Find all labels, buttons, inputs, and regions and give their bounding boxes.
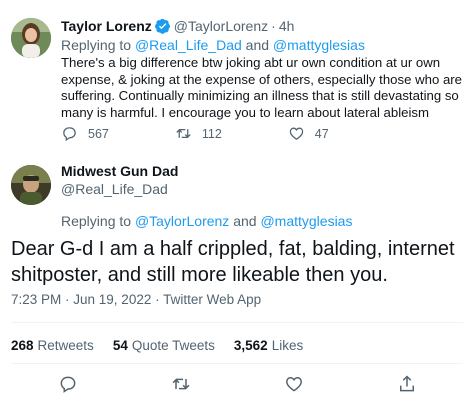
like-button[interactable]: [284, 374, 304, 394]
reply-and-label: and: [245, 37, 270, 53]
share-button[interactable]: [397, 374, 417, 394]
reply-icon: [60, 376, 76, 393]
retweet-icon: [176, 128, 191, 139]
reply-count: 567: [88, 126, 109, 141]
quote-label: Quote Tweets: [131, 338, 215, 353]
author-name[interactable]: Taylor Lorenz: [61, 18, 152, 34]
likes-label: Likes: [271, 338, 304, 353]
reply-button[interactable]: 567: [61, 125, 109, 142]
reply-and-label: and: [233, 213, 257, 229]
like-count: 47: [314, 126, 329, 141]
author-handle[interactable]: @Real_Life_Dad: [61, 181, 168, 197]
retweet-button[interactable]: [171, 374, 191, 394]
reply-button[interactable]: [58, 374, 78, 394]
retweets-label: Retweets: [37, 338, 94, 353]
replying-to-line: Replying to @TaylorLorenz and @mattygles…: [61, 213, 352, 229]
like-button[interactable]: 47: [288, 125, 329, 142]
reply-mention-link[interactable]: @mattyglesias: [260, 213, 352, 229]
replying-to-label: Replying to: [61, 37, 132, 53]
replying-to-label: Replying to: [61, 213, 132, 229]
retweets-count: 268: [11, 338, 34, 353]
share-icon: [400, 375, 414, 392]
tweet-time[interactable]: 4h: [279, 18, 295, 34]
likes-count: 3,562: [233, 338, 268, 353]
main-tweet-actions: [0, 374, 474, 396]
tweet-meta[interactable]: 7:23 PM · Jun 19, 2022 · Twitter Web App: [11, 292, 261, 307]
heart-icon: [289, 127, 304, 140]
avatar-image: [11, 165, 51, 205]
replying-to-line: Replying to @Real_Life_Dad and @mattygle…: [61, 37, 365, 53]
author-handle[interactable]: @TaylorLorenz: [174, 18, 268, 34]
main-tweet-text: Dear G-d I am a half crippled, fat, bald…: [11, 238, 455, 286]
quote-tweets-stat[interactable]: 54 Quote Tweets: [113, 338, 215, 353]
tweet-reply-taylor[interactable]: Taylor Lorenz @TaylorLorenz · 4h Replyin…: [0, 0, 474, 156]
reply-mention-link[interactable]: @TaylorLorenz: [135, 213, 229, 229]
author-line: Taylor Lorenz @TaylorLorenz · 4h: [61, 18, 294, 34]
retweet-icon: [172, 378, 190, 390]
tweet-text: There's a big difference btw joking abt …: [61, 55, 463, 120]
reply-mention-link[interactable]: @mattyglesias: [273, 37, 365, 53]
divider: [11, 363, 463, 364]
divider: [11, 322, 463, 323]
likes-stat[interactable]: 3,562 Likes: [234, 338, 303, 353]
avatar-midwest-gun-dad[interactable]: [11, 165, 51, 205]
reply-mention-link[interactable]: @Real_Life_Dad: [135, 37, 242, 53]
quote-count: 54: [112, 338, 128, 353]
retweet-button[interactable]: 112: [175, 125, 222, 142]
avatar-taylor-lorenz[interactable]: [11, 18, 51, 58]
engagement-stats: 268 Retweets 54 Quote Tweets 3,562 Likes: [11, 338, 322, 353]
tweet-actions: 567 112 47: [61, 125, 395, 142]
retweets-stat[interactable]: 268 Retweets: [11, 338, 94, 353]
avatar-image: [11, 18, 51, 58]
heart-icon: [286, 376, 302, 392]
verified-badge-icon: [154, 18, 171, 34]
reply-icon: [63, 127, 76, 142]
retweet-count: 112: [201, 126, 222, 141]
author-name[interactable]: Midwest Gun Dad: [61, 163, 178, 179]
separator-dot: ·: [271, 18, 276, 34]
